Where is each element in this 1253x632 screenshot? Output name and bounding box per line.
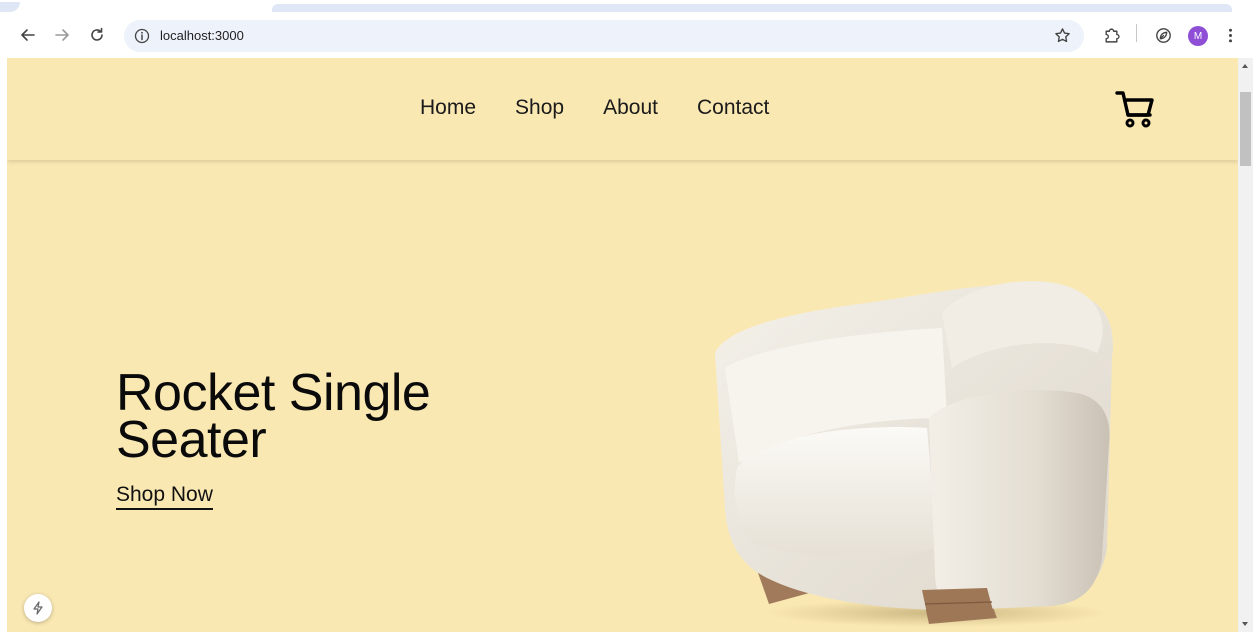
reload-icon [91, 27, 103, 41]
arrow-right-icon [55, 29, 69, 41]
vertical-scrollbar[interactable] [1238, 58, 1253, 632]
tab-corner [0, 2, 20, 12]
armchair-image [715, 281, 1113, 627]
scroll-up-arrow[interactable] [1242, 64, 1248, 68]
address-bar[interactable]: localhost:3000 [124, 20, 1084, 52]
leaf-icon [1155, 27, 1171, 43]
toolbar-divider [1136, 24, 1137, 42]
extension-leaf-button[interactable] [1151, 23, 1175, 47]
lightning-icon [33, 601, 43, 615]
arrow-left-icon [21, 29, 35, 41]
page-viewport: Home Shop About Contact Rocket Single Se… [7, 58, 1238, 632]
nav-home[interactable]: Home [420, 96, 476, 120]
nav-shop[interactable]: Shop [515, 96, 564, 120]
main-nav: Home Shop About Contact [420, 96, 769, 120]
extensions-button[interactable] [1099, 23, 1123, 47]
browser-menu-button[interactable] [1218, 23, 1242, 47]
kebab-menu-icon [1228, 28, 1232, 42]
hero-title: Rocket Single Seater [116, 364, 431, 469]
nav-contact[interactable]: Contact [697, 96, 769, 120]
dev-tools-badge[interactable] [24, 594, 52, 622]
scroll-down-arrow[interactable] [1242, 622, 1248, 626]
scroll-thumb[interactable] [1240, 92, 1251, 166]
profile-avatar[interactable]: M [1188, 26, 1208, 46]
tab-strip [0, 0, 1253, 14]
active-tab[interactable] [272, 4, 1232, 12]
url-text: localhost:3000 [160, 28, 244, 43]
shop-now-link[interactable]: Shop Now [116, 483, 213, 510]
back-button[interactable] [16, 23, 40, 47]
site-header: Home Shop About Contact [7, 58, 1238, 160]
browser-toolbar: localhost:3000 [0, 14, 1253, 58]
info-icon[interactable] [134, 28, 150, 44]
profile-initial: M [1193, 30, 1203, 42]
star-icon [1054, 27, 1070, 42]
reload-button[interactable] [85, 23, 109, 47]
cart-icon[interactable] [1113, 88, 1157, 132]
nav-about[interactable]: About [603, 96, 658, 120]
bookmark-button[interactable] [1050, 23, 1074, 47]
forward-button[interactable] [50, 23, 74, 47]
puzzle-icon [1104, 27, 1120, 43]
